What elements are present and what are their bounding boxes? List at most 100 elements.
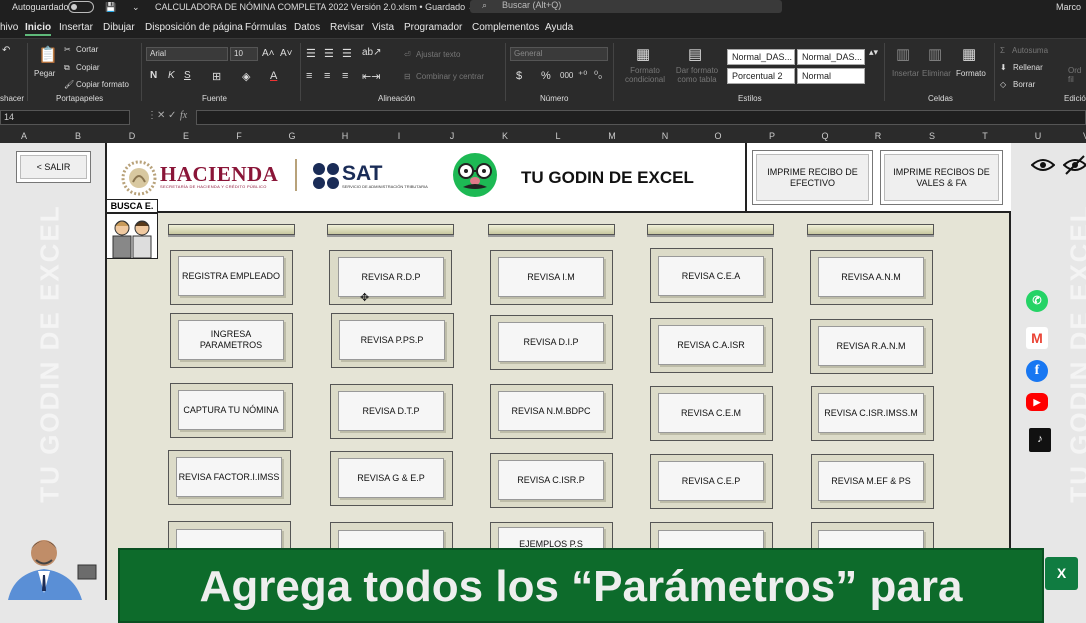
col-header[interactable]: J bbox=[442, 131, 462, 141]
sum-icon[interactable]: Σ bbox=[1000, 46, 1005, 55]
tab-inicio[interactable]: Inicio bbox=[25, 22, 52, 36]
col-header[interactable]: E bbox=[176, 131, 196, 141]
facebook-icon[interactable]: f bbox=[1026, 360, 1048, 382]
paste-icon[interactable]: 📋 bbox=[38, 45, 58, 65]
revisa-cisrimssm-button[interactable]: REVISA C.ISR.IMSS.M bbox=[818, 393, 924, 433]
autosuma-button[interactable]: Autosuma bbox=[1012, 46, 1048, 55]
revisa-cep-button[interactable]: REVISA C.E.P bbox=[658, 461, 764, 501]
col-header[interactable]: A bbox=[14, 131, 34, 141]
revisa-cisrp-button[interactable]: REVISA C.ISR.P bbox=[498, 460, 604, 500]
imprime-vales-button[interactable]: IMPRIME RECIBOS DE VALES & FA bbox=[880, 150, 1003, 205]
revisa-nmbdpc-button[interactable]: REVISA N.M.BDPC bbox=[498, 391, 604, 431]
revisa-rdp-button[interactable]: REVISA R.D.P bbox=[338, 257, 444, 297]
tab-vista[interactable]: Vista bbox=[372, 22, 394, 33]
tab-disposicion[interactable]: Disposición de página bbox=[145, 22, 243, 33]
style-porcentual-2[interactable]: Porcentual 2 bbox=[727, 68, 795, 84]
align-left-icon[interactable]: ≡ bbox=[306, 70, 312, 82]
revisa-dip-button[interactable]: REVISA D.I.P bbox=[498, 322, 604, 362]
style-normal-das-1[interactable]: Normal_DAS... bbox=[727, 49, 795, 65]
increase-decimal-icon[interactable]: ⁺⁰ bbox=[578, 70, 587, 81]
registra-empleado-button[interactable]: REGISTRA EMPLEADO bbox=[178, 256, 284, 296]
eliminar-cells-button[interactable]: Eliminar bbox=[922, 69, 951, 78]
style-normal-das-2[interactable]: Normal_DAS... bbox=[797, 49, 865, 65]
insert-cells-icon[interactable]: ▥ bbox=[896, 45, 910, 63]
col-header[interactable]: Q bbox=[815, 131, 835, 141]
ingresa-parametros-button[interactable]: INGRESA PARAMETROS bbox=[178, 320, 284, 360]
combinar-button[interactable]: Combinar y centrar bbox=[416, 72, 484, 81]
cancel-icon[interactable]: ✕ bbox=[157, 110, 165, 121]
user-name[interactable]: Marco bbox=[1056, 2, 1081, 12]
borrar-button[interactable]: Borrar bbox=[1013, 80, 1035, 89]
autosave-toggle[interactable] bbox=[68, 1, 94, 13]
indent-icon[interactable]: ⇤⇥ bbox=[362, 70, 380, 83]
revisa-ranm-button[interactable]: REVISA R.A.N.M bbox=[818, 326, 924, 366]
cortar-button[interactable]: Cortar bbox=[76, 45, 98, 54]
shrink-font-icon[interactable]: A˅ bbox=[280, 48, 293, 59]
style-normal[interactable]: Normal bbox=[797, 68, 865, 84]
salir-button[interactable]: < SALIR bbox=[16, 151, 91, 183]
scissors-icon[interactable]: ✂ bbox=[64, 45, 71, 54]
col-header[interactable]: H bbox=[335, 131, 355, 141]
file-title[interactable]: CALCULADORA DE NÓMINA COMPLETA 2022 Vers… bbox=[155, 2, 475, 13]
customize-icon[interactable]: ⌄ bbox=[132, 2, 140, 13]
col-header[interactable]: V bbox=[1076, 131, 1086, 141]
hide-icon[interactable] bbox=[1063, 155, 1086, 175]
align-top-icon[interactable]: ☰ bbox=[306, 47, 316, 60]
col-header[interactable]: R bbox=[868, 131, 888, 141]
whatsapp-icon[interactable]: ✆ bbox=[1026, 290, 1048, 312]
confirm-icon[interactable]: ✓ bbox=[168, 110, 176, 121]
col-header[interactable]: I bbox=[389, 131, 409, 141]
revisa-gep-button[interactable]: REVISA G & E.P bbox=[338, 458, 444, 498]
col-header[interactable]: L bbox=[548, 131, 568, 141]
youtube-icon[interactable]: ▶ bbox=[1026, 393, 1048, 411]
tab-datos[interactable]: Datos bbox=[294, 22, 320, 33]
italic-button[interactable]: K bbox=[168, 70, 175, 81]
revisa-cem-button[interactable]: REVISA C.E.M bbox=[658, 393, 764, 433]
revisa-cea-button[interactable]: REVISA C.E.A bbox=[658, 256, 764, 296]
fill-down-icon[interactable]: ⬇ bbox=[1000, 63, 1007, 72]
fill-color-icon[interactable]: ◈ bbox=[242, 70, 250, 83]
col-header[interactable]: O bbox=[708, 131, 728, 141]
thousands-button[interactable]: 000 bbox=[560, 71, 573, 80]
tab-revisar[interactable]: Revisar bbox=[330, 22, 364, 33]
tab-programador[interactable]: Programador bbox=[404, 22, 462, 33]
formato-cells-button[interactable]: Formato bbox=[956, 69, 986, 78]
bold-button[interactable]: N bbox=[150, 70, 157, 81]
col-header[interactable]: K bbox=[495, 131, 515, 141]
copiar-formato-button[interactable]: Copiar formato bbox=[76, 80, 129, 89]
delete-cells-icon[interactable]: ▥ bbox=[928, 45, 942, 63]
gmail-icon[interactable]: M bbox=[1026, 327, 1048, 349]
captura-nomina-button[interactable]: CAPTURA TU NÓMINA bbox=[178, 390, 284, 430]
col-header[interactable]: N bbox=[655, 131, 675, 141]
col-header[interactable]: D bbox=[122, 131, 142, 141]
grow-font-icon[interactable]: A˄ bbox=[262, 48, 275, 59]
number-format-field[interactable]: General bbox=[510, 47, 608, 61]
tab-archivo[interactable]: hivo bbox=[0, 22, 18, 33]
copy-icon[interactable]: ⧉ bbox=[64, 63, 70, 73]
tab-dibujar[interactable]: Dibujar bbox=[103, 22, 135, 33]
revisa-caisr-button[interactable]: REVISA C.A.ISR bbox=[658, 325, 764, 365]
wrap-icon[interactable]: ⏎ bbox=[404, 50, 411, 59]
col-header[interactable]: S bbox=[922, 131, 942, 141]
search-box[interactable]: ⌕ Buscar (Alt+Q) bbox=[470, 0, 782, 13]
show-icon[interactable] bbox=[1031, 157, 1055, 173]
save-icon[interactable]: 💾 bbox=[105, 2, 116, 13]
col-header[interactable]: T bbox=[975, 131, 995, 141]
tab-formulas[interactable]: Fórmulas bbox=[245, 22, 287, 33]
ajustar-texto-button[interactable]: Ajustar texto bbox=[416, 50, 460, 59]
col-header[interactable]: U bbox=[1028, 131, 1048, 141]
imprime-efectivo-button[interactable]: IMPRIME RECIBO DE EFECTIVO bbox=[752, 150, 873, 205]
formato-condicional-button[interactable]: Formato condicional bbox=[620, 66, 670, 85]
styles-scroll-icon[interactable]: ▴▾ bbox=[869, 47, 878, 58]
revisa-factor-imss-button[interactable]: REVISA FACTOR.I.IMSS bbox=[176, 457, 282, 497]
revisa-dtp-button[interactable]: REVISA D.T.P bbox=[338, 391, 444, 431]
undo-icon[interactable]: ↶ bbox=[2, 45, 10, 56]
busca-empleado-button[interactable] bbox=[106, 213, 158, 259]
col-header[interactable]: M bbox=[602, 131, 622, 141]
copiar-button[interactable]: Copiar bbox=[76, 63, 100, 72]
font-name-field[interactable]: Arial bbox=[146, 47, 228, 61]
font-size-field[interactable]: 10 bbox=[230, 47, 258, 61]
merge-icon[interactable]: ⊟ bbox=[404, 72, 411, 81]
tiktok-icon[interactable]: ♪ bbox=[1029, 428, 1051, 452]
eraser-icon[interactable]: ◇ bbox=[1000, 80, 1006, 89]
